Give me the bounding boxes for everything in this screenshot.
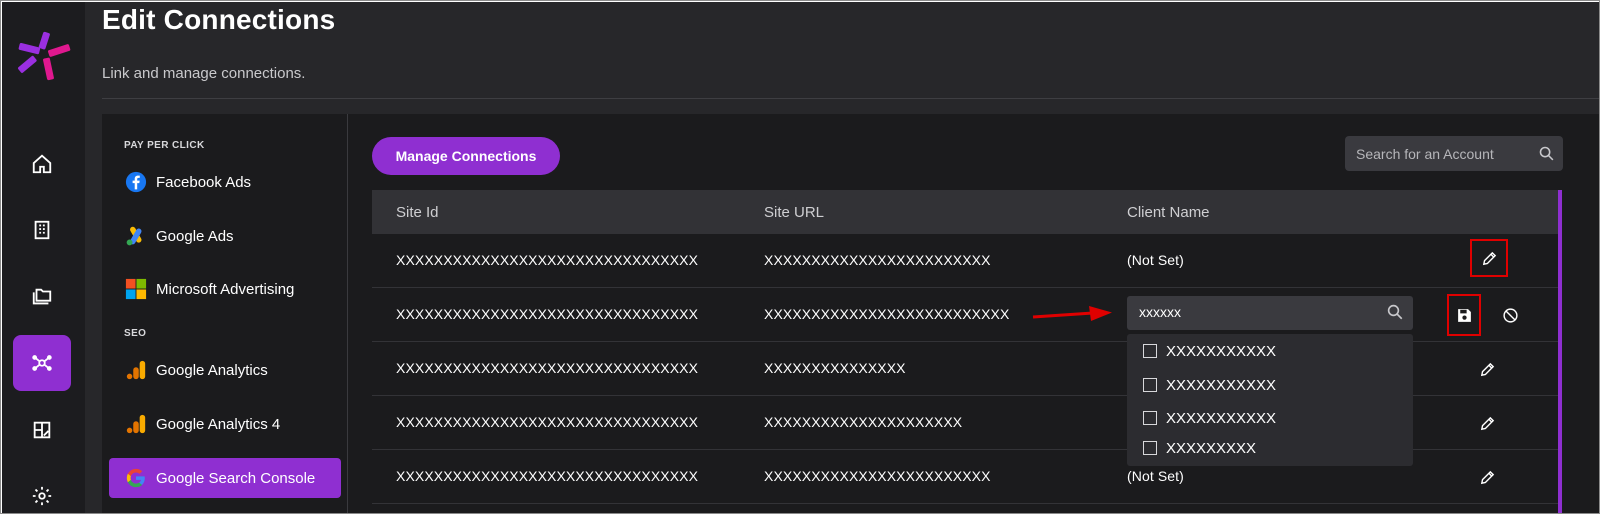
column-header-client-name[interactable]: Client Name [1127,204,1210,221]
sidebar-item-label: Facebook Ads [156,173,252,191]
google-ads-icon [124,224,148,248]
client-option[interactable]: XXXXXXXXXXX [1143,408,1276,428]
sidebar-item-google-analytics[interactable]: Google Analytics [109,350,341,390]
facebook-icon [124,170,148,194]
client-option[interactable]: XXXXXXXXXXX [1143,375,1276,395]
manage-connections-button[interactable]: Manage Connections [372,137,560,175]
checkbox[interactable] [1143,344,1157,358]
main-content: Edit Connections Link and manage connect… [85,2,1599,513]
sidebar-item-facebook-ads[interactable]: Facebook Ads [109,162,341,202]
edit-button[interactable] [1470,239,1508,277]
table-row: XXXXXXXXXXXXXXXXXXXXXXXXXXXXXXXX XXXXXXX… [372,234,1562,288]
home-icon [32,154,52,174]
section-label-seo: SEO [124,328,147,339]
sidebar-item-label: Google Analytics 4 [156,415,281,433]
nav-rail [2,2,85,513]
scrollbar[interactable] [1558,190,1562,513]
pencil-icon [1480,416,1494,430]
client-name-input[interactable] [1139,304,1369,320]
column-header-site-url[interactable]: Site URL [764,204,824,221]
column-header-site-id[interactable]: Site Id [396,204,439,221]
annotation-arrow [1032,306,1112,321]
sidebar-item-label: Google Analytics [156,361,268,379]
site-url-cell: XXXXXXXXXXXXXXX [764,360,906,376]
google-icon [124,466,148,490]
site-id-cell: XXXXXXXXXXXXXXXXXXXXXXXXXXXXXXXX [396,414,699,430]
nav-buildings[interactable] [13,202,71,258]
cancel-icon [1502,307,1518,323]
client-option-label: XXXXXXXXX [1166,439,1257,457]
site-id-cell: XXXXXXXXXXXXXXXXXXXXXXXXXXXXXXXX [396,468,699,484]
client-option-label: XXXXXXXXXXX [1166,376,1277,394]
sidebar-item-label: Google Ads [156,227,234,245]
checkbox[interactable] [1143,441,1157,455]
account-search-input[interactable] [1356,145,1526,162]
header-divider [102,98,1599,99]
nav-settings[interactable] [13,468,71,513]
nav-reports[interactable] [13,402,71,458]
edit-button[interactable] [1471,461,1503,493]
google-analytics-icon [124,358,148,382]
cancel-button[interactable] [1494,299,1526,331]
client-options-dropdown: XXXXXXXXXXX XXXXXXXXXXX XXXXXXXXXXX XXXX… [1127,334,1413,466]
brand-logo [18,31,71,81]
pencil-icon [1482,251,1496,265]
nav-folders[interactable] [13,269,71,325]
connections-icon [32,355,52,371]
edit-button[interactable] [1471,353,1503,385]
reports-icon [33,421,51,439]
pencil-icon [1480,470,1494,484]
connections-panel: PAY PER CLICK Facebook Ads Google Ads Mi… [102,114,1599,513]
site-url-cell: XXXXXXXXXXXXXXXXXXXXXXXX [764,468,991,484]
sidebar-item-label: Google Search Console [156,469,316,487]
search-icon[interactable] [1538,145,1555,162]
sidebar-item-google-search-console[interactable]: Google Search Console [109,458,341,498]
connection-sidebar: PAY PER CLICK Facebook Ads Google Ads Mi… [102,114,348,513]
building-icon [34,220,50,240]
client-option[interactable]: XXXXXXXXXXX [1143,341,1276,361]
client-name-cell: (Not Set) [1127,252,1184,268]
client-name-cell: (Not Set) [1127,468,1184,484]
section-label-ppc: PAY PER CLICK [124,140,205,151]
page-subtitle: Link and manage connections. [102,65,306,82]
sidebar-item-label: Microsoft Advertising [156,280,295,298]
nav-connections[interactable] [13,335,71,391]
site-id-cell: XXXXXXXXXXXXXXXXXXXXXXXXXXXXXXXX [396,252,699,268]
table-header: Site Id Site URL Client Name [372,190,1562,234]
edit-button[interactable] [1471,407,1503,439]
gear-icon [32,486,52,506]
checkbox[interactable] [1143,411,1157,425]
account-search [1345,136,1563,171]
site-id-cell: XXXXXXXXXXXXXXXXXXXXXXXXXXXXXXXX [396,306,699,322]
client-option[interactable]: XXXXXXXXX [1143,438,1256,458]
site-url-cell: XXXXXXXXXXXXXXXXXXXXXXXXXX [764,306,1010,322]
folders-icon [32,288,52,305]
site-id-cell: XXXXXXXXXXXXXXXXXXXXXXXXXXXXXXXX [396,360,699,376]
sidebar-item-google-analytics-4[interactable]: Google Analytics 4 [109,404,341,444]
pencil-icon [1480,362,1494,376]
connections-table: Site Id Site URL Client Name XXXXXXXXXXX… [372,190,1562,513]
page-title: Edit Connections [102,4,336,35]
nav-home[interactable] [13,136,71,192]
search-icon[interactable] [1386,303,1404,321]
client-option-label: XXXXXXXXXXX [1166,409,1277,427]
client-name-field [1127,296,1413,330]
sidebar-item-microsoft-advertising[interactable]: Microsoft Advertising [109,269,341,309]
save-button[interactable] [1447,294,1481,336]
app-window: Edit Connections Link and manage connect… [0,0,1600,514]
client-option-label: XXXXXXXXXXX [1166,342,1277,360]
checkbox[interactable] [1143,378,1157,392]
google-analytics-4-icon [124,412,148,436]
microsoft-icon [124,277,148,301]
sidebar-item-google-ads[interactable]: Google Ads [109,216,341,256]
save-icon [1457,308,1471,322]
site-url-cell: XXXXXXXXXXXXXXXXXXXXXXXX [764,252,991,268]
site-url-cell: XXXXXXXXXXXXXXXXXXXXX [764,414,963,430]
